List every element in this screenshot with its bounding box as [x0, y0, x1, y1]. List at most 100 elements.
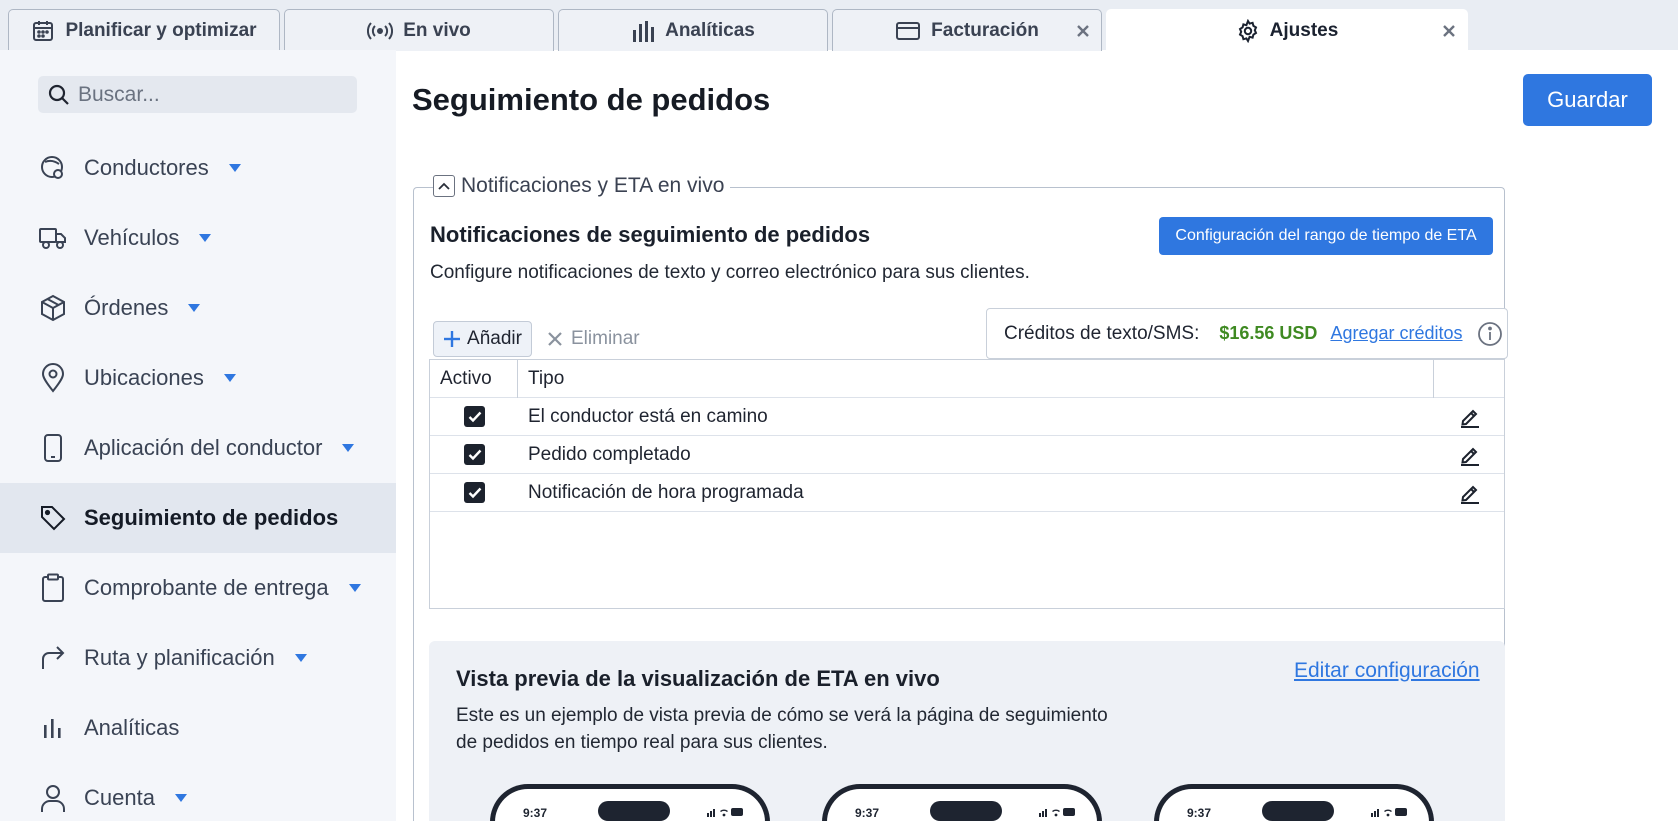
save-button[interactable]: Guardar — [1523, 74, 1652, 126]
close-icon[interactable] — [1439, 21, 1459, 41]
phone-preview[interactable]: 9:37 — [490, 784, 770, 821]
notification-type: Notificación de hora programada — [528, 481, 804, 503]
column-divider — [1433, 360, 1434, 398]
sidebar-item-vehiculos[interactable]: Vehículos — [0, 203, 396, 273]
bar-chart-icon — [38, 713, 68, 743]
tab-planificar[interactable]: Planificar y optimizar — [8, 9, 280, 51]
map-pin-icon — [38, 363, 68, 393]
search-input[interactable] — [78, 82, 328, 107]
legend-label: Notificaciones y ETA en vivo — [461, 174, 725, 197]
delete-label: Eliminar — [571, 328, 640, 349]
gear-icon — [1238, 18, 1257, 43]
tab-ajustes[interactable]: Ajustes — [1106, 9, 1468, 51]
plus-icon — [444, 331, 461, 347]
bar-chart-icon — [633, 20, 655, 42]
column-header-activo[interactable]: Activo — [440, 368, 492, 390]
phone-preview[interactable]: 9:37 — [822, 784, 1102, 821]
sidebar-item-label: Aplicación del conductor — [84, 435, 323, 460]
phone-time: 9:37 — [855, 806, 880, 820]
status-bar-icons — [1371, 807, 1409, 817]
tab-analiticas[interactable]: Analíticas — [558, 9, 828, 51]
eta-preview-panel: Vista previa de la visualización de ETA … — [429, 641, 1505, 821]
active-checkbox[interactable] — [464, 482, 485, 503]
preview-description: Este es un ejemplo de vista previa de có… — [456, 705, 1108, 753]
chevron-down-icon[interactable] — [294, 654, 307, 662]
sidebar-item-analiticas[interactable]: Analíticas — [0, 693, 396, 763]
package-icon — [38, 293, 68, 323]
edit-config-link[interactable]: Editar configuración — [1294, 659, 1480, 683]
phone-icon — [38, 433, 68, 463]
sidebar-item-ruta-planificacion[interactable]: Ruta y planificación — [0, 623, 396, 693]
add-label: Añadir — [467, 328, 522, 349]
tab-en-vivo[interactable]: En vivo — [284, 9, 554, 51]
tab-label: Ajustes — [1269, 19, 1339, 41]
chevron-down-icon[interactable] — [348, 584, 361, 592]
route-arrow-icon — [38, 643, 68, 673]
close-icon[interactable] — [1073, 21, 1093, 41]
driver-icon — [38, 153, 68, 183]
sidebar-item-cuenta[interactable]: Cuenta — [0, 763, 396, 821]
delete-button[interactable]: Eliminar — [547, 321, 640, 357]
section-legend: Notificaciones y ETA en vivo — [433, 174, 731, 198]
chevron-down-icon[interactable] — [188, 304, 201, 312]
status-bar-icons — [707, 807, 745, 817]
status-bar-icons — [1039, 807, 1077, 817]
search-box[interactable] — [38, 76, 357, 113]
edit-icon[interactable] — [1459, 482, 1481, 504]
section-subtitle: Configure notificaciones de texto y corr… — [430, 262, 1030, 283]
table-header-row: Activo Tipo — [430, 360, 1504, 398]
active-checkbox[interactable] — [464, 444, 485, 465]
collapse-section-button[interactable] — [433, 175, 455, 197]
sidebar-item-seguimiento-pedidos[interactable]: Seguimiento de pedidos — [0, 483, 396, 553]
sidebar-item-label: Órdenes — [84, 295, 169, 320]
sidebar-item-label: Conductores — [84, 155, 209, 180]
sidebar-item-aplicacion-conductor[interactable]: Aplicación del conductor — [0, 413, 396, 483]
sidebar-item-ubicaciones[interactable]: Ubicaciones — [0, 343, 396, 413]
tab-label: Facturación — [931, 19, 1039, 41]
eta-range-config-button[interactable]: Configuración del rango de tiempo de ETA — [1159, 217, 1493, 255]
credit-card-icon — [896, 21, 921, 40]
dynamic-island — [930, 801, 1002, 821]
notification-type: Pedido completado — [528, 443, 691, 465]
table-row[interactable]: El conductor está en camino — [430, 398, 1504, 436]
tab-label: En vivo — [403, 19, 471, 41]
sidebar-item-conductores[interactable]: Conductores — [0, 133, 396, 203]
phone-preview[interactable]: 9:37 — [1154, 784, 1434, 821]
sidebar-item-ordenes[interactable]: Órdenes — [0, 273, 396, 343]
tag-icon — [38, 503, 68, 533]
truck-icon — [38, 223, 68, 253]
chevron-down-icon[interactable] — [223, 374, 236, 382]
column-divider — [517, 360, 518, 398]
chevron-down-icon[interactable] — [342, 444, 355, 452]
edit-icon[interactable] — [1459, 444, 1481, 466]
sidebar: Conductores Vehículos Órdenes Ubicacione… — [0, 50, 396, 821]
chevron-up-icon — [438, 182, 450, 190]
credits-label: Créditos de texto/SMS: — [1004, 322, 1200, 344]
sidebar-item-label: Analíticas — [84, 715, 180, 740]
edit-icon[interactable] — [1459, 406, 1481, 428]
user-icon — [38, 783, 68, 813]
sidebar-item-label: Ubicaciones — [84, 365, 204, 390]
clipboard-icon — [38, 573, 68, 603]
info-icon[interactable] — [1477, 321, 1503, 347]
broadcast-icon — [367, 21, 394, 40]
sidebar-item-label: Vehículos — [84, 225, 180, 250]
sidebar-item-comprobante-entrega[interactable]: Comprobante de entrega — [0, 553, 396, 623]
column-header-tipo[interactable]: Tipo — [528, 368, 564, 390]
table-row[interactable]: Pedido completado — [430, 436, 1504, 474]
chevron-down-icon[interactable] — [199, 234, 212, 242]
tab-label: Planificar y optimizar — [65, 19, 257, 41]
chevron-down-icon[interactable] — [228, 164, 241, 172]
active-checkbox[interactable] — [464, 406, 485, 427]
table-row[interactable]: Notificación de hora programada — [430, 474, 1504, 512]
add-credits-link[interactable]: Agregar créditos — [1330, 323, 1462, 344]
sidebar-item-label: Ruta y planificación — [84, 645, 275, 670]
sidebar-item-label: Comprobante de entrega — [84, 575, 329, 600]
search-icon — [48, 84, 69, 105]
phone-time: 9:37 — [523, 806, 548, 820]
add-button[interactable]: Añadir — [433, 321, 532, 357]
tab-facturacion[interactable]: Facturación — [832, 9, 1102, 51]
tab-bar: Planificar y optimizar En vivo Analítica… — [0, 0, 1678, 51]
dynamic-island — [1262, 801, 1334, 821]
chevron-down-icon[interactable] — [174, 794, 187, 802]
